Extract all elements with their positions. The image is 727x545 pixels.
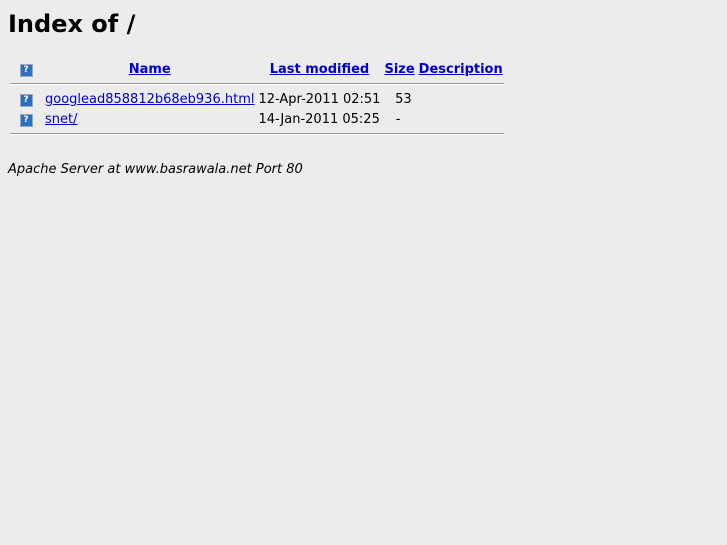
folder-link[interactable]: snet/ bbox=[45, 112, 78, 127]
row-name-cell: googlead858812b68eb936.html bbox=[44, 90, 255, 108]
sort-by-size-link[interactable]: Size bbox=[384, 62, 414, 77]
row-date: 14-Jan-2011 05:25 bbox=[258, 111, 380, 127]
unknown-file-icon: ? bbox=[19, 94, 33, 107]
table-row: ? snet/ 14-Jan-2011 05:25 - bbox=[10, 110, 504, 128]
server-signature: Apache Server at www.basrawala.net Port … bbox=[8, 162, 303, 177]
unknown-file-icon: ? bbox=[19, 114, 33, 127]
separator-row bbox=[10, 130, 504, 138]
header-size: Size bbox=[383, 60, 415, 78]
table-header-row: ? Name Last modified Size Description bbox=[10, 60, 504, 78]
header-icon-cell: ? bbox=[10, 60, 42, 78]
row-icon-cell: ? bbox=[10, 90, 42, 108]
row-date: 12-Apr-2011 02:51 bbox=[258, 91, 381, 107]
divider bbox=[10, 133, 504, 135]
divider bbox=[10, 83, 504, 85]
row-size: 53 bbox=[395, 91, 412, 107]
row-description bbox=[418, 110, 504, 128]
table-row: ? googlead858812b68eb936.html 12-Apr-201… bbox=[10, 90, 504, 108]
sort-by-name-link[interactable]: Name bbox=[129, 62, 171, 77]
blank-icon: ? bbox=[19, 64, 33, 77]
header-description: Description bbox=[418, 60, 504, 78]
sort-by-description-link[interactable]: Description bbox=[419, 62, 503, 77]
file-link[interactable]: googlead858812b68eb936.html bbox=[45, 92, 254, 107]
sort-by-last-modified-link[interactable]: Last modified bbox=[270, 62, 370, 77]
row-name-cell: snet/ bbox=[44, 110, 255, 128]
separator-row bbox=[10, 80, 504, 88]
page-title: Index of / bbox=[8, 10, 136, 38]
row-description bbox=[418, 90, 504, 108]
row-size: - bbox=[395, 111, 401, 127]
row-icon-cell: ? bbox=[10, 110, 42, 128]
header-name: Name bbox=[44, 60, 255, 78]
directory-listing-table: ? Name Last modified Size Description ? … bbox=[8, 58, 506, 140]
header-last-modified: Last modified bbox=[257, 60, 381, 78]
